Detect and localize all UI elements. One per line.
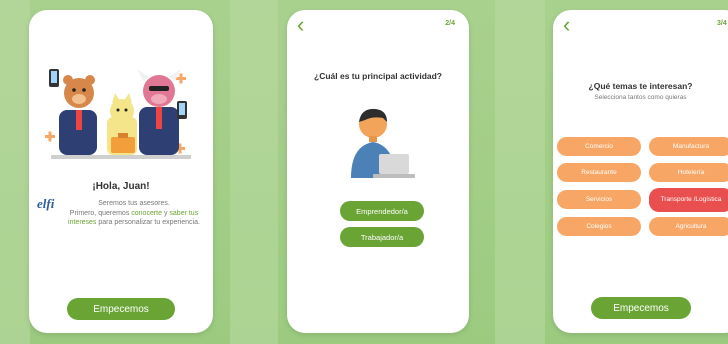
topic-manufactura[interactable]: Manufactura	[649, 137, 728, 156]
option-entrepreneur[interactable]: Emprendedor/a	[340, 201, 424, 221]
bear-character	[49, 69, 97, 155]
intro-paragraph: Seremos tus asesores. Primero, queremos …	[59, 199, 209, 228]
screen-topics: ‹ 3/4 ¿Qué temas te interesan? Seleccion…	[553, 10, 728, 333]
bg-band-2	[230, 0, 278, 344]
screen-welcome: ¡Hola, Juan! elfi Seremos tus asesores. …	[29, 10, 213, 333]
cat-character	[107, 93, 137, 155]
option-worker[interactable]: Trabajador/a	[340, 227, 424, 247]
screen-activity: ‹ 2/4 ¿Cuál es tu principal actividad? E…	[287, 10, 469, 333]
topics-subtitle: Selecciona tantos como quieras	[594, 94, 687, 101]
topic-hoteleria[interactable]: Hotelería	[649, 163, 728, 182]
brand-logo: elfi	[37, 196, 55, 211]
topic-agricultura[interactable]: Agricultura	[649, 217, 728, 236]
welcome-illustration	[45, 69, 191, 159]
intro-line2: Primero, queremos	[69, 209, 132, 217]
bg-band-1	[0, 0, 30, 344]
topic-comercio[interactable]: Comercio	[557, 137, 641, 156]
start-button[interactable]: Empecemos	[591, 297, 691, 319]
bg-band-3	[495, 0, 545, 344]
person-laptop-illustration	[351, 108, 415, 178]
intro-highlight-conocerte: conocerte	[131, 209, 163, 217]
topic-servicios[interactable]: Servicios	[557, 190, 641, 209]
topic-restaurante[interactable]: Restaurante	[557, 163, 641, 182]
topic-transporte-selected[interactable]: Transporte /Logística	[649, 188, 728, 212]
topics-question: ¿Qué temas te interesan?	[588, 81, 693, 91]
start-button[interactable]: Empecemos	[67, 298, 175, 320]
intro-line3: para personalizar tu experiencia.	[96, 219, 200, 226]
greeting-title: ¡Hola, Juan!	[92, 181, 150, 192]
activity-question: ¿Cuál es tu principal actividad?	[314, 71, 442, 81]
topic-colegios[interactable]: Colegios	[557, 217, 641, 236]
back-chevron-icon[interactable]: ‹	[297, 14, 304, 36]
intro-line1: Seremos tus asesores.	[98, 200, 170, 207]
step-indicator: 3/4	[717, 20, 727, 27]
back-chevron-icon[interactable]: ‹	[563, 14, 570, 36]
step-indicator: 2/4	[445, 20, 455, 27]
